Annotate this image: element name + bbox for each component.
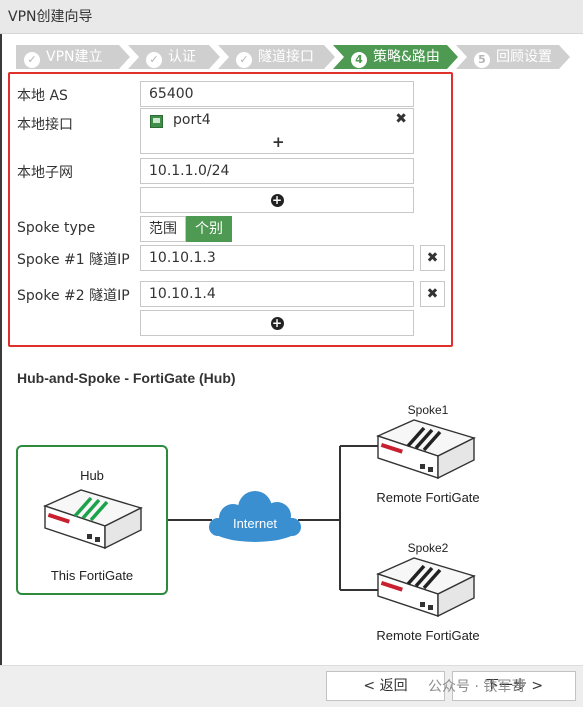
add-interface-button[interactable]: +: [272, 133, 285, 151]
step-auth[interactable]: ✓ 认证: [128, 45, 220, 69]
interface-value: port4: [173, 112, 211, 128]
spoke1-label: Spoke #1 隧道IP: [17, 252, 130, 268]
spoke-type-range-option[interactable]: 范围: [140, 216, 186, 242]
step-number-icon: 5: [474, 52, 490, 68]
step-policy-routing[interactable]: 4 策略&路由: [333, 45, 458, 69]
plus-circle-icon: +: [270, 316, 284, 330]
remove-interface-icon[interactable]: ✖: [395, 111, 407, 127]
local-interface-label: 本地接口: [17, 117, 73, 133]
spoke2-label: Spoke #2 隧道IP: [17, 288, 130, 304]
diagram-title: Hub-and-Spoke - FortiGate (Hub): [17, 370, 236, 386]
add-spoke-button[interactable]: +: [140, 310, 414, 336]
local-as-input[interactable]: 65400: [140, 81, 414, 107]
spoke1-ip-input[interactable]: 10.10.1.3: [140, 245, 414, 271]
wizard-steps: ✓ VPN建立 ✓ 认证 ✓ 隧道接口 4 策略&路由 5 回顾设置: [16, 45, 576, 69]
close-icon: ✖: [426, 286, 439, 302]
hub-caption: This FortiGate: [51, 568, 133, 583]
remove-spoke1-button[interactable]: ✖: [420, 245, 445, 271]
check-icon: ✓: [24, 52, 40, 68]
internet-label: Internet: [233, 516, 277, 531]
local-subnet-input[interactable]: 10.1.1.0/24: [140, 158, 414, 184]
step-label: 回顾设置: [496, 49, 552, 65]
port-icon: [150, 115, 163, 128]
spoke2-label: Spoke2: [408, 541, 449, 555]
spoke-type-individual-option[interactable]: 个别: [186, 216, 232, 242]
local-interface-select[interactable]: port4 ✖ +: [140, 108, 414, 154]
step-tunnel-interface[interactable]: ✓ 隧道接口: [218, 45, 335, 69]
local-as-label: 本地 AS: [17, 88, 68, 104]
step-label: 策略&路由: [373, 49, 440, 65]
step-label: 隧道接口: [258, 49, 314, 65]
spoke2-ip-input[interactable]: 10.10.1.4: [140, 281, 414, 307]
step-number-icon: 4: [351, 52, 367, 68]
spoke-type-label: Spoke type: [17, 220, 96, 236]
spoke2-fortigate-icon: [376, 557, 476, 618]
plus-circle-icon: +: [270, 193, 284, 207]
step-label: VPN建立: [46, 49, 103, 65]
remove-spoke2-button[interactable]: ✖: [420, 281, 445, 307]
add-subnet-button[interactable]: +: [140, 187, 414, 213]
step-vpn-setup[interactable]: ✓ VPN建立: [16, 45, 130, 69]
check-icon: ✓: [236, 52, 252, 68]
spoke2-caption: Remote FortiGate: [376, 628, 479, 643]
spoke1-fortigate-icon: [376, 419, 476, 480]
check-icon: ✓: [146, 52, 162, 68]
watermark-text: 公众号 · 铁军哥: [428, 679, 526, 695]
hub-label: Hub: [80, 468, 104, 483]
spoke1-caption: Remote FortiGate: [376, 490, 479, 505]
close-icon: ✖: [426, 250, 439, 266]
step-review[interactable]: 5 回顾设置: [456, 45, 570, 69]
local-subnet-label: 本地子网: [17, 165, 73, 181]
topology-diagram: Hub This FortiGate Internet Spoke1 Remot…: [16, 403, 480, 643]
window-title: VPN创建向导: [0, 0, 583, 34]
step-label: 认证: [168, 49, 196, 65]
spoke1-label: Spoke1: [408, 403, 449, 417]
